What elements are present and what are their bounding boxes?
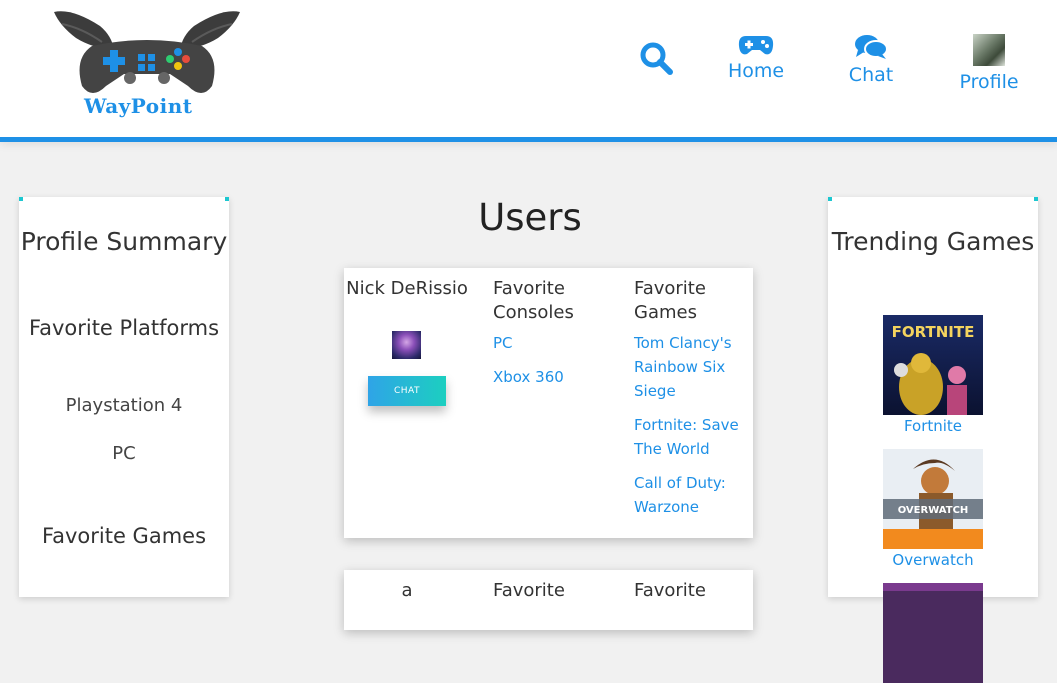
game-link[interactable]: Call of Duty: Warzone [634, 471, 749, 519]
favorite-games-header: Favorite [634, 580, 706, 601]
platform-item: PC [112, 443, 136, 464]
trending-game-overwatch[interactable]: OVERWATCH Overwatch [828, 449, 1038, 569]
chat-button[interactable]: CHAT [368, 376, 446, 406]
nav-chat-label: Chat [848, 64, 894, 86]
trending-game-label: Overwatch [892, 551, 974, 569]
corner-accent [225, 197, 229, 201]
corner-accent [19, 197, 23, 201]
profile-summary-title: Profile Summary [20, 227, 228, 256]
favorite-consoles-header: Favorite Consoles [493, 278, 574, 323]
fortnite-cover-text: FORTNITE [892, 323, 975, 341]
favorite-games-title: Favorite Games [41, 524, 207, 548]
nav-chat[interactable]: Chat [842, 34, 900, 86]
user-avatar[interactable] [392, 331, 421, 359]
profile-avatar [973, 34, 1005, 66]
overwatch-cover-text: OVERWATCH [898, 505, 969, 516]
console-link[interactable]: Xbox 360 [493, 365, 564, 389]
user-name: a [401, 580, 413, 601]
favorite-consoles-header: Favorite [493, 580, 565, 601]
nav-profile-label: Profile [959, 71, 1019, 93]
search-icon[interactable] [638, 40, 674, 76]
fortnite-cover-image: FORTNITE [883, 315, 983, 415]
user-card: a Favorite Favorite [344, 570, 753, 630]
trending-game-item[interactable] [828, 583, 1038, 683]
trending-games-panel: Trending Games FORTNITE Fortnite OVERWAT… [828, 197, 1038, 683]
favorite-games-header: Favorite Games [634, 278, 706, 323]
corner-accent [1034, 197, 1038, 201]
console-link[interactable]: PC [493, 331, 513, 355]
trending-games-title: Trending Games [831, 227, 1035, 256]
chat-bubbles-icon [855, 35, 888, 59]
user-name: Nick DeRissio [346, 278, 468, 299]
page-title: Users [478, 196, 582, 239]
nav-home-label: Home [727, 60, 785, 82]
user-card: Nick DeRissio Favorite Consoles Favorite… [344, 268, 753, 538]
game-cover-image [883, 583, 983, 683]
brand-name: WayPoint [84, 94, 193, 118]
gamepad-icon [738, 36, 774, 55]
profile-summary-panel: Profile Summary Favorite Platforms Plays… [19, 197, 229, 597]
favorite-platforms-title: Favorite Platforms [28, 316, 220, 340]
corner-accent [828, 197, 832, 201]
trending-game-label: Fortnite [903, 417, 963, 435]
game-link[interactable]: Tom Clancy's Rainbow Six Siege [634, 331, 749, 403]
game-link[interactable]: Fortnite: Save The World [634, 413, 749, 461]
nav-profile[interactable]: Profile [953, 34, 1025, 93]
nav-home[interactable]: Home [722, 34, 790, 82]
trending-game-fortnite[interactable]: FORTNITE Fortnite [828, 315, 1038, 435]
overwatch-cover-image: OVERWATCH [883, 449, 983, 549]
top-nav-bar: WayPoint Home Chat Profile [0, 0, 1057, 142]
platform-item: Playstation 4 [65, 395, 183, 416]
